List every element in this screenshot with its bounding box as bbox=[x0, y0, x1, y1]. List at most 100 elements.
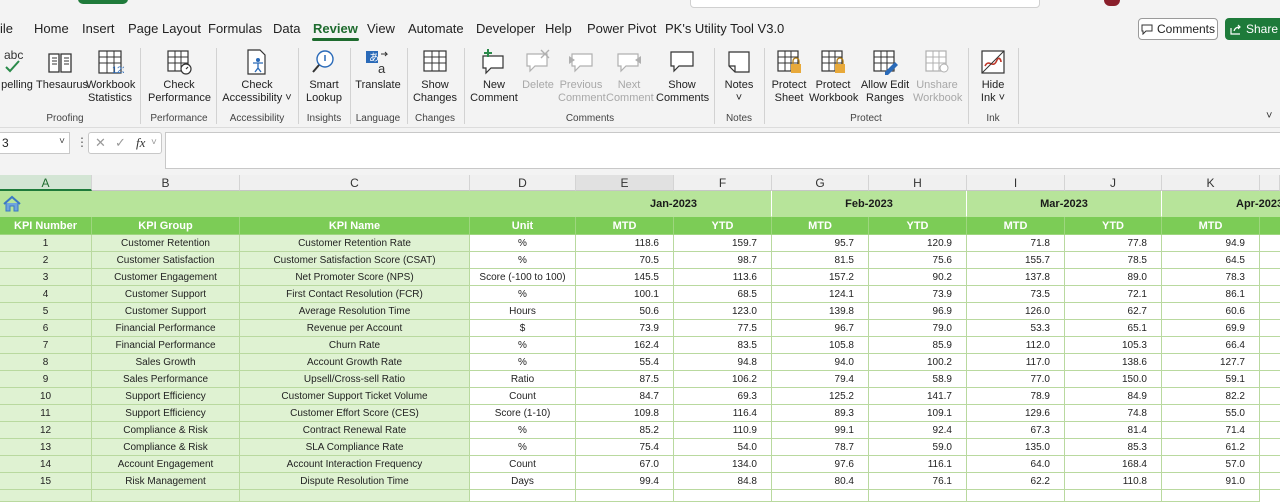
ytd-value-cell[interactable]: 96.9 bbox=[869, 303, 967, 320]
kpi-group-cell[interactable]: Financial Performance bbox=[92, 337, 240, 354]
column-header-j[interactable]: J bbox=[1065, 175, 1162, 191]
ytd-value-cell[interactable]: 54.0 bbox=[674, 439, 772, 456]
overflow-cell[interactable] bbox=[1260, 320, 1280, 337]
share-button[interactable]: Share bbox=[1225, 18, 1280, 40]
mtd-value-cell[interactable]: 126.0 bbox=[967, 303, 1065, 320]
mtd-value-cell[interactable]: 55.4 bbox=[576, 354, 674, 371]
kpi-name-cell[interactable]: Net Promoter Score (NPS) bbox=[240, 269, 470, 286]
tab-formulas[interactable]: Formulas bbox=[208, 21, 262, 36]
ytd-value-cell[interactable]: 168.4 bbox=[1065, 456, 1162, 473]
ytd-value-cell[interactable]: 77.5 bbox=[674, 320, 772, 337]
tab-power-pivot[interactable]: Power Pivot bbox=[587, 21, 656, 36]
ytd-value-cell[interactable]: 84.9 bbox=[1065, 388, 1162, 405]
thesaurus-button[interactable]: Thesaurus bbox=[36, 48, 88, 92]
new-comment-button[interactable]: New Comment bbox=[469, 48, 519, 105]
previous-comment-button[interactable]: Previous Comment bbox=[558, 48, 606, 105]
ytd-value-cell[interactable]: 84.8 bbox=[674, 473, 772, 490]
mtd-value-cell[interactable]: 95.7 bbox=[772, 235, 869, 252]
mtd-value-cell[interactable]: 59.1 bbox=[1162, 371, 1260, 388]
kpi-group-cell[interactable]: Compliance & Risk bbox=[92, 439, 240, 456]
unit-cell[interactable]: Ratio bbox=[470, 371, 576, 388]
check-performance-button[interactable]: Check Performance bbox=[148, 48, 211, 105]
ytd-value-cell[interactable]: 116.1 bbox=[869, 456, 967, 473]
overflow-cell[interactable] bbox=[1260, 473, 1280, 490]
tab-insert[interactable]: Insert bbox=[82, 21, 115, 36]
show-changes-button[interactable]: Show Changes bbox=[411, 48, 459, 105]
ytd-value-cell[interactable]: 89.0 bbox=[1065, 269, 1162, 286]
mtd-value-cell[interactable]: 84.7 bbox=[576, 388, 674, 405]
name-box[interactable]: 3 ˅ bbox=[0, 132, 70, 154]
empty-cell[interactable] bbox=[674, 490, 772, 502]
more-options-icon[interactable]: ⋮ bbox=[76, 135, 88, 149]
unit-cell[interactable]: $ bbox=[470, 320, 576, 337]
overflow-cell[interactable] bbox=[1260, 269, 1280, 286]
ytd-value-cell[interactable]: 65.1 bbox=[1065, 320, 1162, 337]
unit-cell[interactable]: % bbox=[470, 439, 576, 456]
overflow-cell[interactable] bbox=[1260, 252, 1280, 269]
ytd-value-cell[interactable]: 105.3 bbox=[1065, 337, 1162, 354]
mtd-value-cell[interactable]: 162.4 bbox=[576, 337, 674, 354]
mtd-value-cell[interactable]: 67.0 bbox=[576, 456, 674, 473]
empty-cell[interactable] bbox=[869, 490, 967, 502]
ytd-value-cell[interactable]: 81.4 bbox=[1065, 422, 1162, 439]
unit-cell[interactable]: Score (-100 to 100) bbox=[470, 269, 576, 286]
unit-cell[interactable]: Days bbox=[470, 473, 576, 490]
comments-button[interactable]: Comments bbox=[1138, 18, 1218, 40]
unit-cell[interactable]: Hours bbox=[470, 303, 576, 320]
spreadsheet-grid[interactable]: ABCDEFGHIJK Jan-2023 Feb-2023 Mar-2023 Apr-… bbox=[0, 175, 1280, 502]
kpi-name-cell[interactable]: Customer Retention Rate bbox=[240, 235, 470, 252]
ytd-value-cell[interactable]: 106.2 bbox=[674, 371, 772, 388]
kpi-name-cell[interactable]: SLA Compliance Rate bbox=[240, 439, 470, 456]
tab-pk-utility-tool[interactable]: PK's Utility Tool V3.0 bbox=[665, 21, 784, 36]
mtd-value-cell[interactable]: 80.4 bbox=[772, 473, 869, 490]
mtd-value-cell[interactable]: 75.4 bbox=[576, 439, 674, 456]
kpi-number-cell[interactable]: 14 bbox=[0, 456, 92, 473]
kpi-number-cell[interactable]: 4 bbox=[0, 286, 92, 303]
kpi-number-cell[interactable]: 1 bbox=[0, 235, 92, 252]
kpi-name-cell[interactable]: Account Interaction Frequency bbox=[240, 456, 470, 473]
mtd-value-cell[interactable]: 124.1 bbox=[772, 286, 869, 303]
empty-cell[interactable] bbox=[967, 490, 1065, 502]
unit-cell[interactable]: Score (1-10) bbox=[470, 405, 576, 422]
mtd-value-cell[interactable]: 89.3 bbox=[772, 405, 869, 422]
kpi-group-cell[interactable]: Financial Performance bbox=[92, 320, 240, 337]
kpi-number-cell[interactable]: 3 bbox=[0, 269, 92, 286]
mtd-value-cell[interactable]: 78.3 bbox=[1162, 269, 1260, 286]
ytd-value-cell[interactable]: 77.8 bbox=[1065, 235, 1162, 252]
tab-page-layout[interactable]: Page Layout bbox=[128, 21, 201, 36]
unit-cell[interactable]: % bbox=[470, 422, 576, 439]
kpi-name-cell[interactable]: Account Growth Rate bbox=[240, 354, 470, 371]
search-box[interactable] bbox=[690, 0, 1040, 8]
empty-cell[interactable] bbox=[1065, 490, 1162, 502]
ytd-value-cell[interactable]: 94.8 bbox=[674, 354, 772, 371]
allow-edit-ranges-button[interactable]: Allow Edit Ranges bbox=[859, 48, 911, 105]
ytd-value-cell[interactable]: 159.7 bbox=[674, 235, 772, 252]
kpi-group-cell[interactable]: Sales Growth bbox=[92, 354, 240, 371]
column-header-b[interactable]: B bbox=[92, 175, 240, 191]
translate-button[interactable]: あa Translate bbox=[355, 48, 401, 92]
ytd-value-cell[interactable]: 138.6 bbox=[1065, 354, 1162, 371]
mtd-value-cell[interactable]: 145.5 bbox=[576, 269, 674, 286]
kpi-group-cell[interactable]: Customer Engagement bbox=[92, 269, 240, 286]
ytd-value-cell[interactable]: 85.9 bbox=[869, 337, 967, 354]
ytd-value-cell[interactable]: 74.8 bbox=[1065, 405, 1162, 422]
mtd-value-cell[interactable]: 86.1 bbox=[1162, 286, 1260, 303]
overflow-cell[interactable] bbox=[1260, 371, 1280, 388]
mtd-value-cell[interactable]: 118.6 bbox=[576, 235, 674, 252]
hide-ink-button[interactable]: Hide Ink ˅ bbox=[974, 48, 1012, 105]
mtd-value-cell[interactable]: 73.5 bbox=[967, 286, 1065, 303]
mtd-value-cell[interactable]: 99.1 bbox=[772, 422, 869, 439]
overflow-cell[interactable] bbox=[1260, 405, 1280, 422]
kpi-number-cell[interactable]: 15 bbox=[0, 473, 92, 490]
unit-cell[interactable]: % bbox=[470, 252, 576, 269]
ytd-value-cell[interactable]: 78.5 bbox=[1065, 252, 1162, 269]
home-cell[interactable] bbox=[0, 191, 92, 217]
delete-comment-button[interactable]: Delete bbox=[520, 48, 556, 92]
column-header-g[interactable]: G bbox=[772, 175, 869, 191]
home-icon[interactable] bbox=[2, 195, 22, 213]
kpi-number-cell[interactable]: 10 bbox=[0, 388, 92, 405]
spelling-button[interactable]: abc pelling bbox=[0, 48, 34, 92]
mtd-value-cell[interactable]: 125.2 bbox=[772, 388, 869, 405]
mtd-value-cell[interactable]: 100.1 bbox=[576, 286, 674, 303]
ytd-value-cell[interactable]: 150.0 bbox=[1065, 371, 1162, 388]
